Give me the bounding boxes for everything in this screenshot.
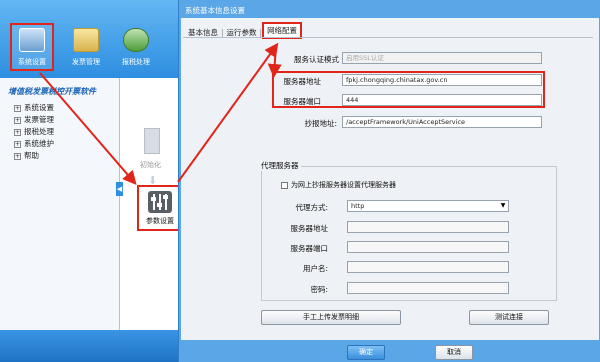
invoice-management-label: 发票管理 [72, 58, 100, 66]
proxy-username-input[interactable] [347, 261, 509, 273]
auth-mode-field[interactable]: 启用SSL认证 [342, 52, 542, 64]
function-panel: 初始化 ⬇ 参数设置 [120, 78, 183, 330]
proxy-address-input[interactable] [347, 221, 509, 233]
expand-icon[interactable]: + [14, 140, 21, 148]
ok-button[interactable]: 确定 [347, 345, 385, 360]
collapse-panel-handle[interactable]: ◀ [116, 182, 123, 196]
tree-item-invoice-management[interactable]: + 发票管理 [14, 114, 54, 125]
dialog-title: 系统基本信息设置 [185, 6, 245, 15]
proxy-port-label: 服务器端口 [290, 244, 329, 253]
tab-divider [183, 37, 593, 38]
initialize-label: 初始化 [140, 161, 161, 169]
expand-icon[interactable]: + [14, 152, 21, 160]
proxy-checkbox[interactable]: 为网上抄报服务器设置代理服务器 [281, 180, 396, 190]
upload-address-input[interactable]: /acceptFramework/UniAcceptService [342, 116, 542, 128]
parameter-settings-button[interactable]: 参数设置 [137, 185, 183, 231]
tree-item-system-settings[interactable]: + 系统设置 [14, 102, 54, 113]
system-settings-button[interactable]: 系统设置 [10, 23, 54, 71]
auth-mode-label: 服务认证模式 [294, 55, 339, 64]
system-settings-label: 系统设置 [18, 58, 46, 66]
navigation-tree: 增值税发票税控开票软件 + 系统设置 + 发票管理 + 报税处理 + 系统维护 + 帮助 [0, 78, 120, 330]
proxy-password-label: 密码: [310, 285, 328, 294]
expand-icon[interactable]: + [14, 104, 21, 112]
software-title: 增值税发票税控开票软件 [8, 87, 96, 96]
proxy-group-title: 代理服务器 [259, 160, 301, 171]
tree-item-system-maintenance[interactable]: + 系统维护 [14, 138, 54, 149]
expand-icon[interactable]: + [14, 116, 21, 124]
proxy-mode-label: 代理方式: [295, 203, 328, 212]
app-toolbar: 系统设置 发票管理 报税处理 [0, 0, 178, 78]
proxy-mode-select[interactable]: http ▼ [347, 200, 509, 212]
proxy-mode-value: http [351, 202, 365, 210]
checkbox-box[interactable] [281, 181, 288, 189]
dialog-body: 基本信息 | 运行参数 | 网络配置 服务认证模式 启用SSL认证 服务器地址 fpkj… [181, 18, 599, 340]
tree-item-tax-report[interactable]: + 报税处理 [14, 126, 54, 137]
sliders-icon [148, 191, 172, 213]
system-settings-icon [19, 28, 45, 52]
upload-address-label: 抄报地址: [304, 119, 337, 128]
proxy-address-label: 服务器地址 [290, 224, 329, 233]
tax-report-button[interactable]: 报税处理 [114, 28, 158, 74]
proxy-username-label: 用户名: [302, 264, 328, 273]
proxy-password-input[interactable] [347, 282, 509, 294]
test-connection-button[interactable]: 测试连接 [469, 310, 549, 325]
tab-bar: 基本信息 | 运行参数 | 网络配置 [185, 22, 303, 39]
manual-upload-button[interactable]: 手工上传发票明细 [261, 310, 401, 325]
server-address-label: 服务器地址 [283, 77, 322, 86]
cancel-button[interactable]: 取消 [435, 345, 473, 360]
initialize-icon[interactable] [144, 128, 160, 154]
invoice-folder-icon [73, 28, 99, 52]
proxy-port-input[interactable] [347, 241, 509, 253]
expand-icon[interactable]: + [14, 128, 21, 136]
server-port-label: 服务器端口 [283, 97, 322, 106]
tax-report-icon [123, 28, 149, 52]
tree-item-help[interactable]: + 帮助 [14, 150, 39, 161]
invoice-management-button[interactable]: 发票管理 [64, 28, 108, 74]
server-port-input[interactable]: 444 [342, 94, 542, 106]
server-address-input[interactable]: fpkj.chongqing.chinatax.gov.cn [342, 74, 542, 86]
chevron-down-icon[interactable]: ▼ [499, 202, 507, 210]
parameter-settings-label: 参数设置 [146, 217, 174, 225]
tax-report-label: 报税处理 [122, 58, 150, 66]
settings-dialog: 系统基本信息设置 基本信息 | 运行参数 | 网络配置 服务认证模式 启用SSL认证 服… [178, 0, 600, 362]
